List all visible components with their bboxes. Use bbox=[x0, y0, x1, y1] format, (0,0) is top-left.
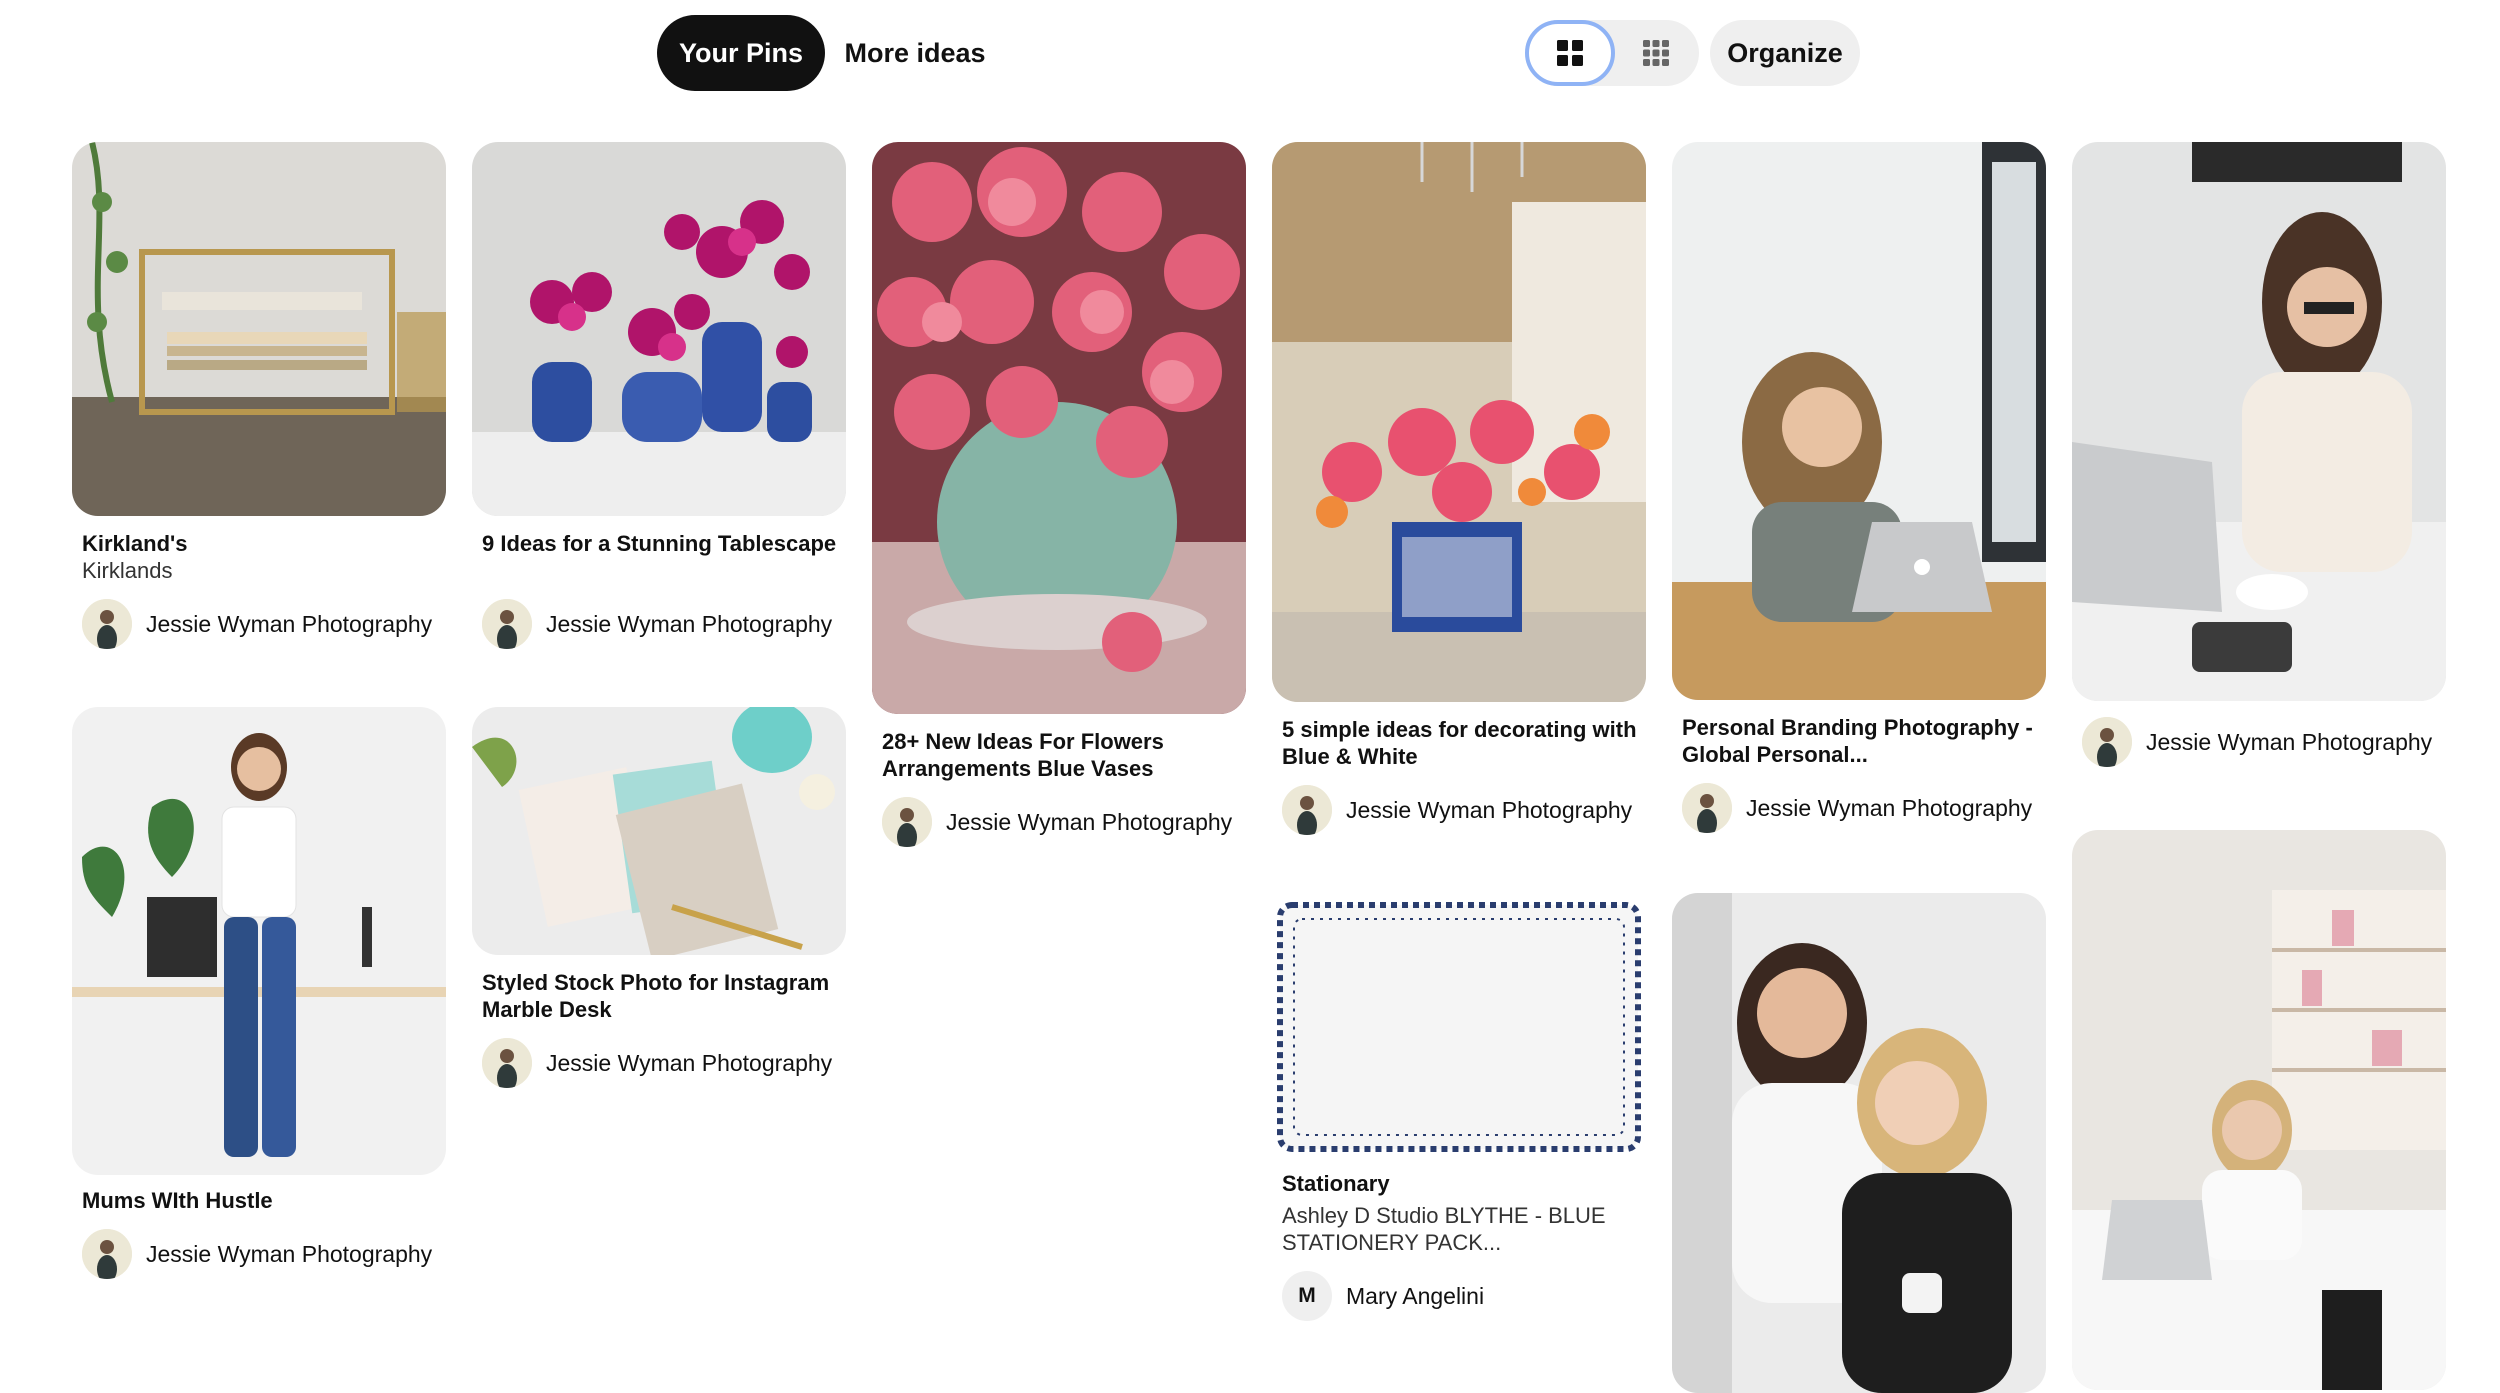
author-name: Jessie Wyman Photography bbox=[546, 1049, 833, 1076]
pin-image-blue-white-decor[interactable] bbox=[1272, 142, 1646, 702]
pin-title: 9 Ideas for a Stunning Tablescape bbox=[482, 531, 837, 556]
large-grid-icon bbox=[1557, 40, 1583, 66]
author-name: Jessie Wyman Photography bbox=[2146, 728, 2433, 755]
avatar bbox=[1682, 783, 1732, 833]
avatar bbox=[82, 1229, 132, 1279]
author-name: Jessie Wyman Photography bbox=[146, 1240, 433, 1267]
pin-card[interactable]: Kirkland's Kirklands Jessie Wyman Photog… bbox=[72, 142, 446, 652]
author-name: Jessie Wyman Photography bbox=[1746, 794, 2033, 821]
pin-subtitle: Ashley D Studio BLYTHE - BLUE STATIONERY… bbox=[1282, 1203, 1606, 1255]
pin-image-two-women[interactable] bbox=[1672, 893, 2046, 1393]
pin-image-woman-laptop[interactable] bbox=[2072, 142, 2446, 701]
pin-author[interactable]: Jessie Wyman Photography bbox=[82, 599, 432, 649]
pin-title: Kirkland's bbox=[82, 531, 188, 556]
pin-card[interactable]: 9 Ideas for a Stunning Tablescape Jessie… bbox=[472, 142, 846, 652]
pin-image-kirklands[interactable] bbox=[72, 142, 446, 516]
view-toggle bbox=[1525, 20, 1699, 86]
pin-subtitle: Kirklands bbox=[82, 558, 173, 583]
pin-image-roses-blue-vase[interactable] bbox=[872, 142, 1246, 714]
organize-button[interactable]: Organize bbox=[1710, 20, 1860, 86]
author-name: Jessie Wyman Photography bbox=[1346, 796, 1633, 823]
pin-title: 5 simple ideas for decorating with Blue … bbox=[1282, 717, 1637, 769]
author-name: Jessie Wyman Photography bbox=[946, 808, 1233, 835]
tab-your-pins[interactable]: Your Pins bbox=[657, 15, 825, 91]
pin-author[interactable]: Jessie Wyman Photography bbox=[1282, 785, 1632, 835]
pin-author[interactable]: Jessie Wyman Photography bbox=[482, 1038, 832, 1088]
pin-author[interactable]: Jessie Wyman Photography bbox=[482, 599, 832, 649]
pin-card[interactable]: Styled Stock Photo for Instagram Marble … bbox=[472, 707, 846, 1097]
avatar bbox=[1282, 785, 1332, 835]
pin-card[interactable] bbox=[1672, 893, 2046, 1393]
pin-image-mums-with-hustle[interactable] bbox=[72, 707, 446, 1175]
pin-card[interactable]: Jessie Wyman Photography bbox=[2072, 142, 2446, 782]
pin-image-personal-branding[interactable] bbox=[1672, 142, 2046, 700]
pin-card[interactable]: 5 simple ideas for decorating with Blue … bbox=[1272, 142, 1646, 842]
avatar bbox=[2082, 717, 2132, 767]
pin-card[interactable]: Mums WIth Hustle Jessie Wyman Photograph… bbox=[72, 707, 446, 1287]
avatar bbox=[482, 1038, 532, 1088]
pin-image-tablescape[interactable] bbox=[472, 142, 846, 516]
compact-grid-icon bbox=[1643, 40, 1669, 66]
tab-more-ideas[interactable]: More ideas bbox=[840, 15, 990, 91]
author-name: Jessie Wyman Photography bbox=[546, 610, 833, 637]
pin-card[interactable]: 28+ New Ideas For Flowers Arrangements B… bbox=[872, 142, 1246, 852]
pin-title: Personal Branding Photography - Global P… bbox=[1682, 715, 2033, 767]
author-name: Mary Angelini bbox=[1346, 1282, 1485, 1309]
pin-title: Styled Stock Photo for Instagram Marble … bbox=[482, 970, 830, 1022]
pin-image-marble-desk[interactable] bbox=[472, 707, 846, 955]
avatar bbox=[882, 797, 932, 847]
pin-author[interactable]: M Mary Angelini bbox=[1282, 1271, 1484, 1321]
pin-author[interactable]: Jessie Wyman Photography bbox=[2082, 717, 2432, 767]
pin-image-stationery[interactable] bbox=[1272, 897, 1646, 1157]
avatar bbox=[482, 599, 532, 649]
pin-title: 28+ New Ideas For Flowers Arrangements B… bbox=[882, 729, 1164, 781]
pin-card[interactable]: Personal Branding Photography - Global P… bbox=[1672, 142, 2046, 842]
pin-title: Stationary bbox=[1282, 1171, 1390, 1196]
default-grid-view-button[interactable] bbox=[1525, 20, 1615, 86]
author-name: Jessie Wyman Photography bbox=[146, 610, 433, 637]
pin-author[interactable]: Jessie Wyman Photography bbox=[1682, 783, 2032, 833]
pin-title: Mums WIth Hustle bbox=[82, 1188, 273, 1213]
pin-author[interactable]: Jessie Wyman Photography bbox=[882, 797, 1232, 847]
pin-card[interactable] bbox=[2072, 830, 2446, 1390]
compact-grid-view-button[interactable] bbox=[1611, 20, 1701, 86]
pin-card[interactable]: Stationary Ashley D Studio BLYTHE - BLUE… bbox=[1272, 897, 1646, 1337]
pin-author[interactable]: Jessie Wyman Photography bbox=[82, 1229, 432, 1279]
avatar: M bbox=[1282, 1271, 1332, 1321]
avatar bbox=[82, 599, 132, 649]
pin-image-office-shelves[interactable] bbox=[2072, 830, 2446, 1390]
top-bar: Your Pins More ideas Organize bbox=[0, 0, 2500, 110]
